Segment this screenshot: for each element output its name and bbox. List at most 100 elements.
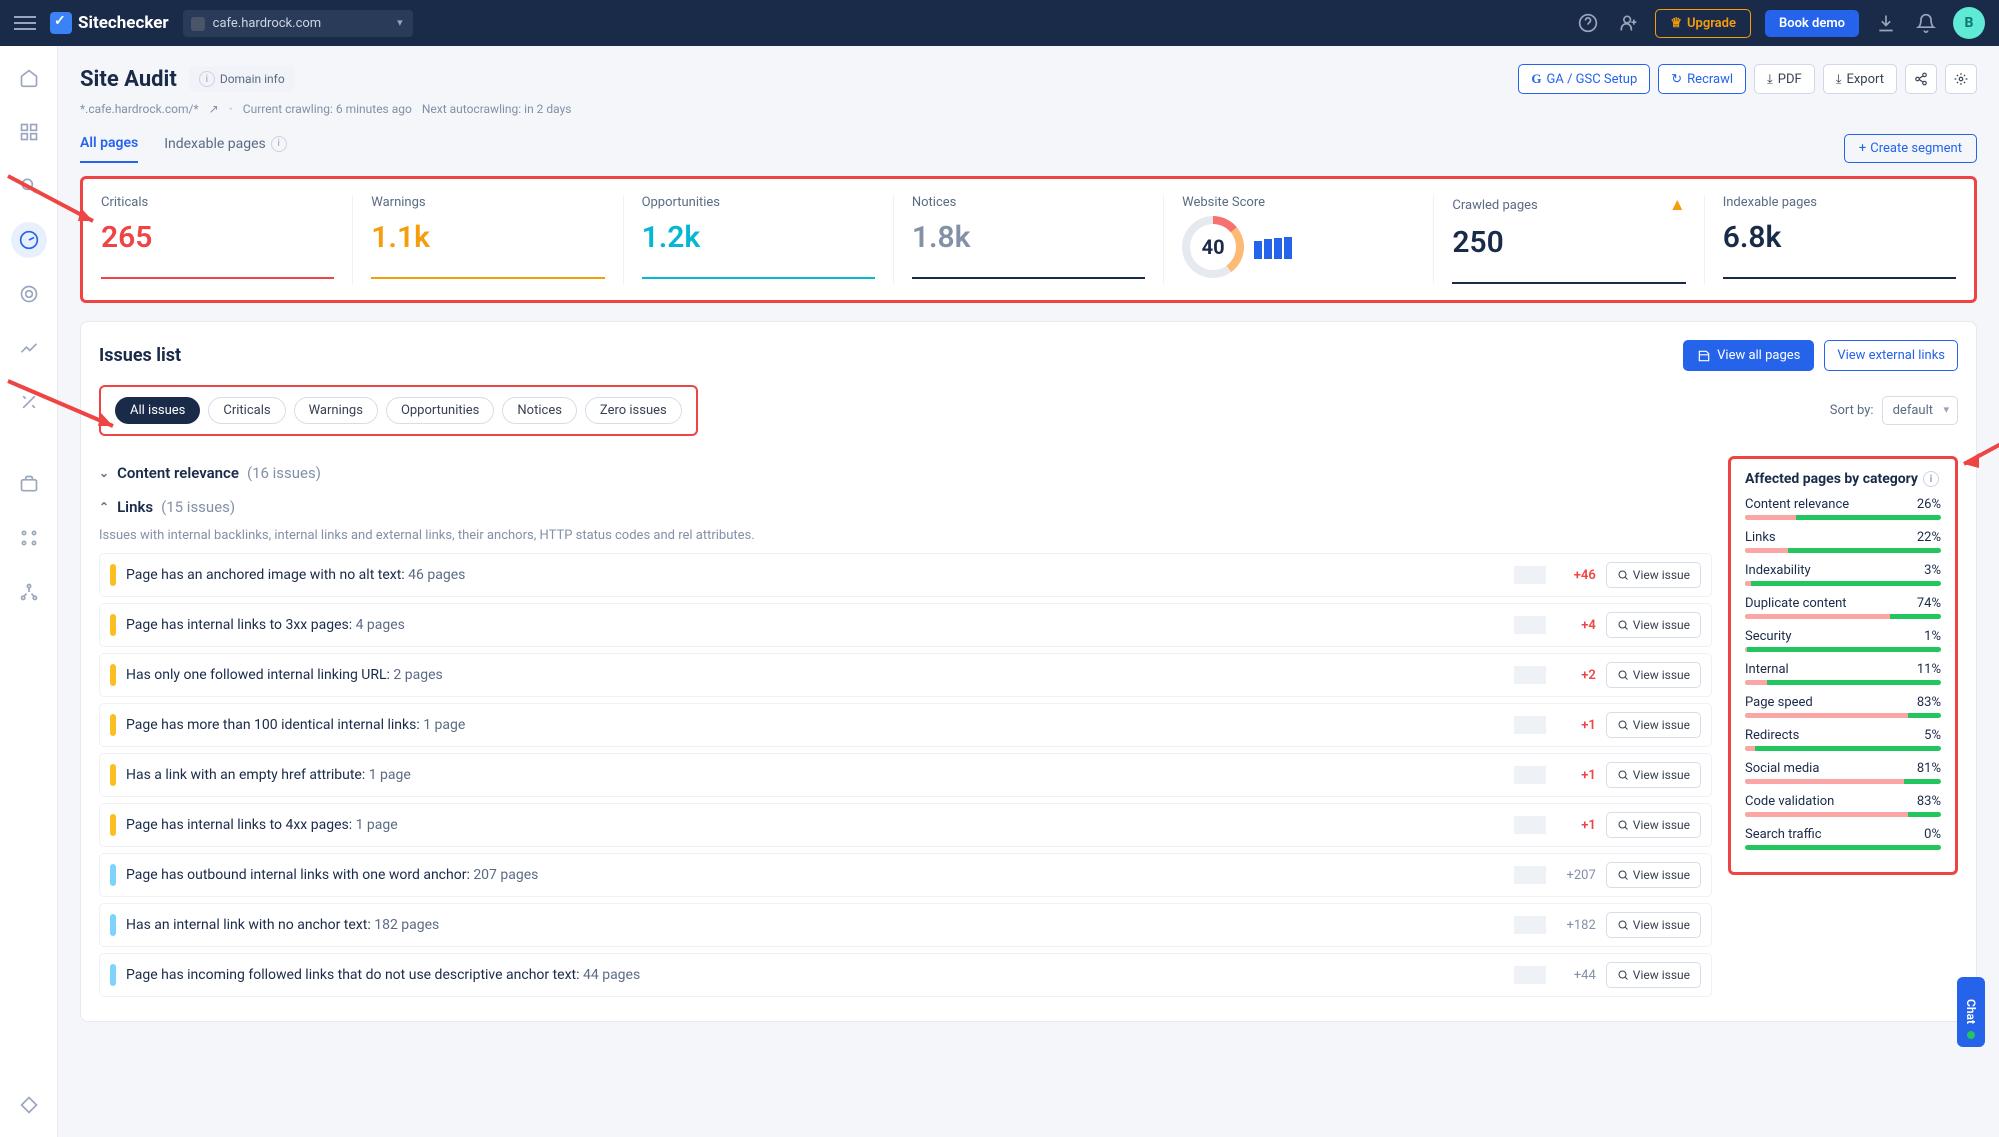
create-segment-button[interactable]: +Create segment	[1844, 134, 1977, 163]
path-text: *.cafe.hardrock.com/*	[80, 102, 199, 116]
severity-dot	[110, 764, 116, 786]
brand-logo: Sitechecker	[50, 12, 169, 34]
severity-dot	[110, 614, 116, 636]
stat-notices[interactable]: Notices 1.8k	[894, 195, 1164, 284]
view-issue-button[interactable]: View issue	[1606, 762, 1701, 788]
download-icon[interactable]	[1873, 10, 1899, 36]
issue-row: Has a link with an empty href attribute:…	[99, 753, 1712, 797]
magic-icon[interactable]	[11, 384, 47, 420]
view-issue-button[interactable]: View issue	[1606, 662, 1701, 688]
site-audit-icon[interactable]	[11, 222, 47, 258]
stat-website-score[interactable]: Website Score 40	[1164, 195, 1434, 284]
stats-panel: Criticals 265 Warnings 1.1k Opportunitie…	[80, 176, 1977, 303]
export-button[interactable]: ⤓ Export	[1823, 64, 1897, 94]
severity-dot	[110, 814, 116, 836]
diamond-icon[interactable]	[11, 1087, 47, 1123]
category-row[interactable]: Page speed83%	[1745, 695, 1941, 718]
filter-chip-all-issues[interactable]: All issues	[115, 397, 200, 424]
filter-chip-notices[interactable]: Notices	[502, 397, 577, 424]
category-row[interactable]: Security1%	[1745, 629, 1941, 652]
view-issue-button[interactable]: View issue	[1606, 612, 1701, 638]
tab-indexable-pages[interactable]: Indexable pages i	[164, 135, 287, 163]
home-icon[interactable]	[11, 60, 47, 96]
issue-title: Page has an anchored image with no alt t…	[126, 567, 1504, 583]
upgrade-button[interactable]: ♕ Upgrade	[1655, 9, 1751, 38]
help-icon[interactable]	[1575, 10, 1601, 36]
issue-title: Has an internal link with no anchor text…	[126, 917, 1504, 933]
sort-dropdown[interactable]: default	[1882, 396, 1958, 425]
share-button[interactable]	[1905, 64, 1937, 94]
briefcase-icon[interactable]	[11, 466, 47, 502]
filter-chip-criticals[interactable]: Criticals	[208, 397, 285, 424]
gear-button[interactable]	[1945, 64, 1977, 94]
severity-dot	[110, 564, 116, 586]
delta: +2	[1556, 668, 1596, 683]
bell-icon[interactable]	[1913, 10, 1939, 36]
issues-groups: ⌄Content relevance (16 issues)⌃Links (15…	[99, 456, 1712, 1003]
category-row[interactable]: Code validation83%	[1745, 794, 1941, 817]
delta: +1	[1556, 718, 1596, 733]
book-demo-button[interactable]: Book demo	[1765, 10, 1859, 37]
view-issue-button[interactable]: View issue	[1606, 862, 1701, 888]
category-row[interactable]: Social media81%	[1745, 761, 1941, 784]
hamburger-icon[interactable]	[14, 12, 36, 34]
rank-icon[interactable]	[11, 276, 47, 312]
stat-criticals[interactable]: Criticals 265	[83, 195, 353, 284]
info-icon[interactable]: i	[1923, 471, 1939, 487]
view-issue-button[interactable]: View issue	[1606, 912, 1701, 938]
view-external-button[interactable]: View external links	[1824, 340, 1958, 371]
issues-panel: Issues list View all pages View external…	[80, 321, 1977, 1022]
view-issue-button[interactable]: View issue	[1606, 962, 1701, 988]
dashboard-icon[interactable]	[11, 114, 47, 150]
delta: +1	[1556, 818, 1596, 833]
delta: +207	[1556, 868, 1596, 883]
trend-icon[interactable]	[11, 330, 47, 366]
site-dropdown[interactable]: cafe.hardrock.com	[183, 10, 413, 37]
external-link-icon[interactable]: ↗	[209, 102, 219, 116]
category-row[interactable]: Content relevance26%	[1745, 497, 1941, 520]
view-issue-button[interactable]: View issue	[1606, 712, 1701, 738]
ga-gsc-button[interactable]: GGA / GSC Setup	[1518, 64, 1650, 94]
filter-chip-zero-issues[interactable]: Zero issues	[585, 397, 682, 424]
group-toggle[interactable]: ⌃Links (15 issues)	[99, 490, 1712, 524]
sparkline	[1514, 966, 1546, 984]
delta: +4	[1556, 618, 1596, 633]
filter-chips: All issues Criticals Warnings Opportunities…	[99, 385, 698, 436]
view-all-pages-button[interactable]: View all pages	[1683, 340, 1814, 371]
chat-button[interactable]: Chat	[1957, 977, 1985, 1047]
category-row[interactable]: Links22%	[1745, 530, 1941, 553]
avatar[interactable]: B	[1953, 7, 1985, 39]
sparkline	[1514, 866, 1546, 884]
stat-indexable-pages[interactable]: Indexable pages 6.8k	[1705, 195, 1974, 284]
issue-row: Page has internal links to 3xx pages: 4 …	[99, 603, 1712, 647]
sparkline	[1514, 766, 1546, 784]
tabs-row: All pages Indexable pages i +Create segm…	[80, 134, 1977, 164]
category-row[interactable]: Duplicate content74%	[1745, 596, 1941, 619]
category-row[interactable]: Redirects5%	[1745, 728, 1941, 751]
view-issue-button[interactable]: View issue	[1606, 562, 1701, 588]
monitor-search-icon[interactable]	[11, 168, 47, 204]
stat-warnings[interactable]: Warnings 1.1k	[353, 195, 623, 284]
stat-crawled-pages[interactable]: Crawled pages▲ 250	[1434, 195, 1704, 284]
recrawl-button[interactable]: ↻ Recrawl	[1658, 64, 1746, 94]
chat-status-dot	[1967, 1031, 1975, 1039]
filter-chip-opportunities[interactable]: Opportunities	[386, 397, 494, 424]
category-row[interactable]: Indexability3%	[1745, 563, 1941, 586]
network-icon[interactable]	[11, 574, 47, 610]
sparkline	[1514, 916, 1546, 934]
category-row[interactable]: Search traffic0%	[1745, 827, 1941, 850]
tab-all-pages[interactable]: All pages	[80, 135, 138, 163]
domain-info-button[interactable]: i Domain info	[189, 66, 295, 92]
issue-title: Page has internal links to 4xx pages: 1 …	[126, 817, 1504, 833]
pdf-button[interactable]: ⤓ PDF	[1754, 64, 1815, 94]
view-issue-button[interactable]: View issue	[1606, 812, 1701, 838]
group-description: Issues with internal backlinks, internal…	[99, 528, 1712, 543]
severity-dot	[110, 964, 116, 986]
category-row[interactable]: Internal11%	[1745, 662, 1941, 685]
stat-opportunities[interactable]: Opportunities 1.2k	[624, 195, 894, 284]
issue-title: Has only one followed internal linking U…	[126, 667, 1504, 683]
group-toggle[interactable]: ⌄Content relevance (16 issues)	[99, 456, 1712, 490]
filter-chip-warnings[interactable]: Warnings	[294, 397, 378, 424]
apps-icon[interactable]	[11, 520, 47, 556]
add-user-icon[interactable]	[1615, 10, 1641, 36]
